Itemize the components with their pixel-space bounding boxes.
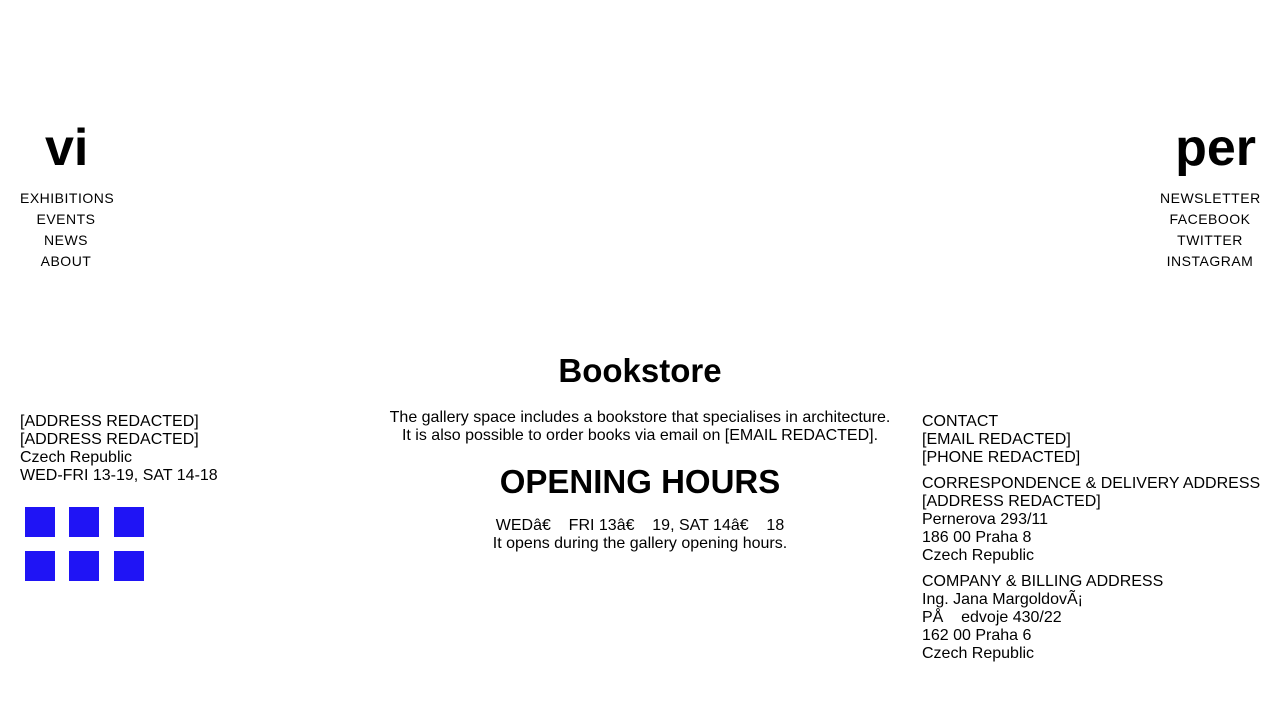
nav-item-exhibitions[interactable]: EXHIBITIONS: [20, 188, 114, 209]
nav-item-events[interactable]: EVENTS: [20, 209, 112, 230]
opening-hours-text: WEDâ€ FRI 13â€ 19, SAT 14â€ 18 It opens …: [380, 517, 900, 553]
bookstore-description: The gallery space includes a bookstore t…: [380, 409, 900, 445]
thumbnail-square[interactable]: [25, 507, 55, 537]
social-nav: NEWSLETTER FACEBOOK TWITTER INSTAGRAM: [1160, 188, 1260, 272]
nav-item-about[interactable]: ABOUT: [20, 251, 112, 272]
page: vi per EXHIBITIONS EVENTS NEWS ABOUT NEW…: [0, 0, 1280, 720]
contact-block: CONTACT [EMAIL REDACTED] [PHONE REDACTED…: [922, 413, 1272, 467]
nav-item-news[interactable]: NEWS: [20, 230, 112, 251]
thumbnail-square[interactable]: [114, 551, 144, 581]
address-hours-block: [ADDRESS REDACTED] [ADDRESS REDACTED] Cz…: [20, 413, 340, 485]
nav-item-facebook[interactable]: FACEBOOK: [1160, 209, 1260, 230]
opening-hours-short: WED-FRI 13-19, SAT 14-18: [20, 467, 218, 484]
opening-hours-heading: OPENING HOURS: [499, 463, 781, 500]
billing-line: Czech Republic: [922, 645, 1035, 662]
hours-text-line: It opens during the gallery opening hour…: [492, 535, 788, 552]
bookstore-heading: Bookstore: [558, 352, 722, 389]
address-line-2: [ADDRESS REDACTED]: [20, 431, 199, 448]
contact-phone[interactable]: [PHONE REDACTED]: [922, 449, 1272, 467]
address-line-1: [ADDRESS REDACTED]: [20, 413, 199, 430]
thumbnail-square[interactable]: [25, 551, 55, 581]
main-nav: EXHIBITIONS EVENTS NEWS ABOUT: [20, 188, 114, 272]
hours-text-line: WEDâ€ FRI 13â€ 19, SAT 14â€ 18: [495, 517, 785, 534]
thumbnail-square[interactable]: [69, 551, 99, 581]
logo-left[interactable]: vi: [45, 118, 88, 178]
address-country: Czech Republic: [20, 449, 133, 466]
nav-item-twitter[interactable]: TWITTER: [1160, 230, 1260, 251]
thumbnail-square[interactable]: [69, 507, 99, 537]
nav-item-newsletter[interactable]: NEWSLETTER: [1160, 188, 1260, 209]
billing-line: Ing. Jana MargoldovÃ¡: [922, 591, 1083, 608]
correspondence-line: Pernerova 293/11: [922, 511, 1049, 528]
correspondence-line: Czech Republic: [922, 547, 1035, 564]
contact-column: CONTACT [EMAIL REDACTED] [PHONE REDACTED…: [922, 413, 1272, 671]
thumbnail-square[interactable]: [114, 507, 144, 537]
billing-label: COMPANY & BILLING ADDRESS: [922, 573, 1164, 590]
correspondence-line: [ADDRESS REDACTED]: [922, 493, 1101, 510]
correspondence-label: CORRESPONDENCE & DELIVERY ADDRESS: [922, 475, 1261, 492]
bookstore-text-line: The gallery space includes a bookstore t…: [389, 409, 891, 426]
contact-email[interactable]: [EMAIL REDACTED]: [922, 431, 1272, 449]
contact-label: CONTACT: [922, 413, 999, 430]
bookstore-text-line: It is also possible to order books via e…: [401, 427, 879, 444]
logo-right[interactable]: per: [1175, 118, 1256, 178]
correspondence-line: 186 00 Praha 8: [922, 529, 1032, 546]
main-content: Bookstore The gallery space includes a b…: [380, 350, 900, 553]
billing-address-block: COMPANY & BILLING ADDRESS Ing. Jana Marg…: [922, 573, 1272, 663]
correspondence-address-block: CORRESPONDENCE & DELIVERY ADDRESS [ADDRE…: [922, 475, 1272, 565]
billing-line: 162 00 Praha 6: [922, 627, 1032, 644]
billing-line: PÅ edvoje 430/22: [922, 609, 1062, 626]
nav-item-instagram[interactable]: INSTAGRAM: [1160, 251, 1260, 272]
